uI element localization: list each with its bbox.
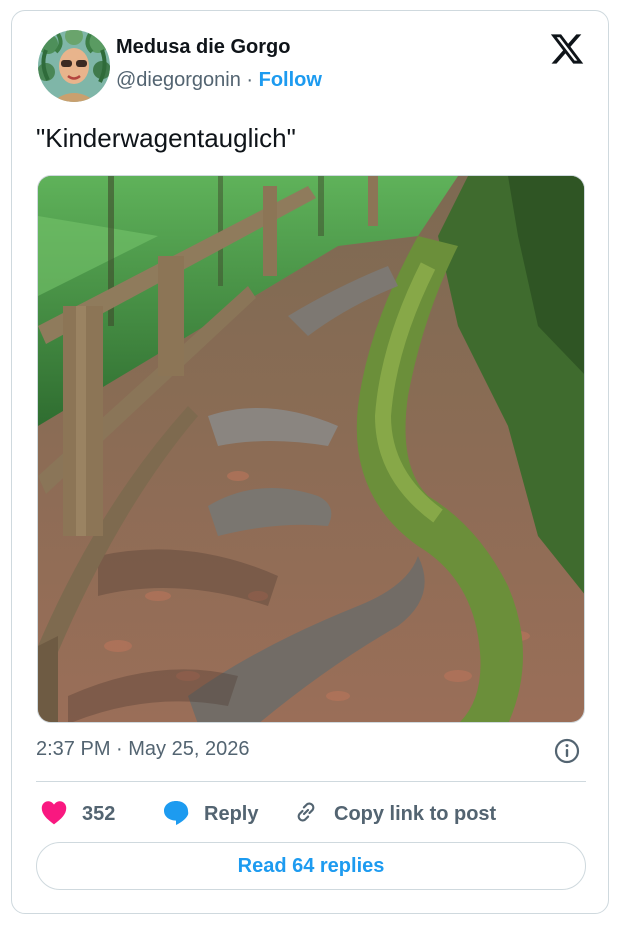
action-bar: 352 Reply Copy link to post xyxy=(36,794,586,834)
reply-button[interactable]: Reply xyxy=(162,794,258,834)
like-count: 352 xyxy=(82,802,116,825)
x-logo-icon[interactable] xyxy=(549,31,585,67)
tweet-timestamp[interactable]: 2:37 PM · May 25, 2026 xyxy=(36,738,249,761)
tweet-photo[interactable] xyxy=(37,175,585,723)
tweet-card: Medusa die Gorgo @diegorgonin · Follow "… xyxy=(11,10,609,914)
avatar[interactable] xyxy=(38,30,110,102)
copy-link-button[interactable]: Copy link to post xyxy=(292,794,496,834)
heart-icon xyxy=(40,799,68,830)
divider xyxy=(36,781,586,782)
info-icon[interactable] xyxy=(553,737,581,765)
like-button[interactable]: 352 xyxy=(40,794,115,834)
copy-link-label: Copy link to post xyxy=(334,802,497,825)
author-handle-row: @diegorgonin · Follow xyxy=(116,69,322,92)
follow-button[interactable]: Follow xyxy=(259,69,322,91)
separator-dot: · xyxy=(246,69,259,91)
tweet-text: "Kinderwagentauglich" xyxy=(36,123,296,153)
reply-label: Reply xyxy=(204,802,259,825)
speech-bubble-icon xyxy=(162,798,190,831)
link-icon xyxy=(292,798,320,831)
author-handle[interactable]: @diegorgonin xyxy=(116,69,241,91)
read-replies-button[interactable]: Read 64 replies xyxy=(36,842,586,890)
author-display-name[interactable]: Medusa die Gorgo xyxy=(116,36,290,59)
